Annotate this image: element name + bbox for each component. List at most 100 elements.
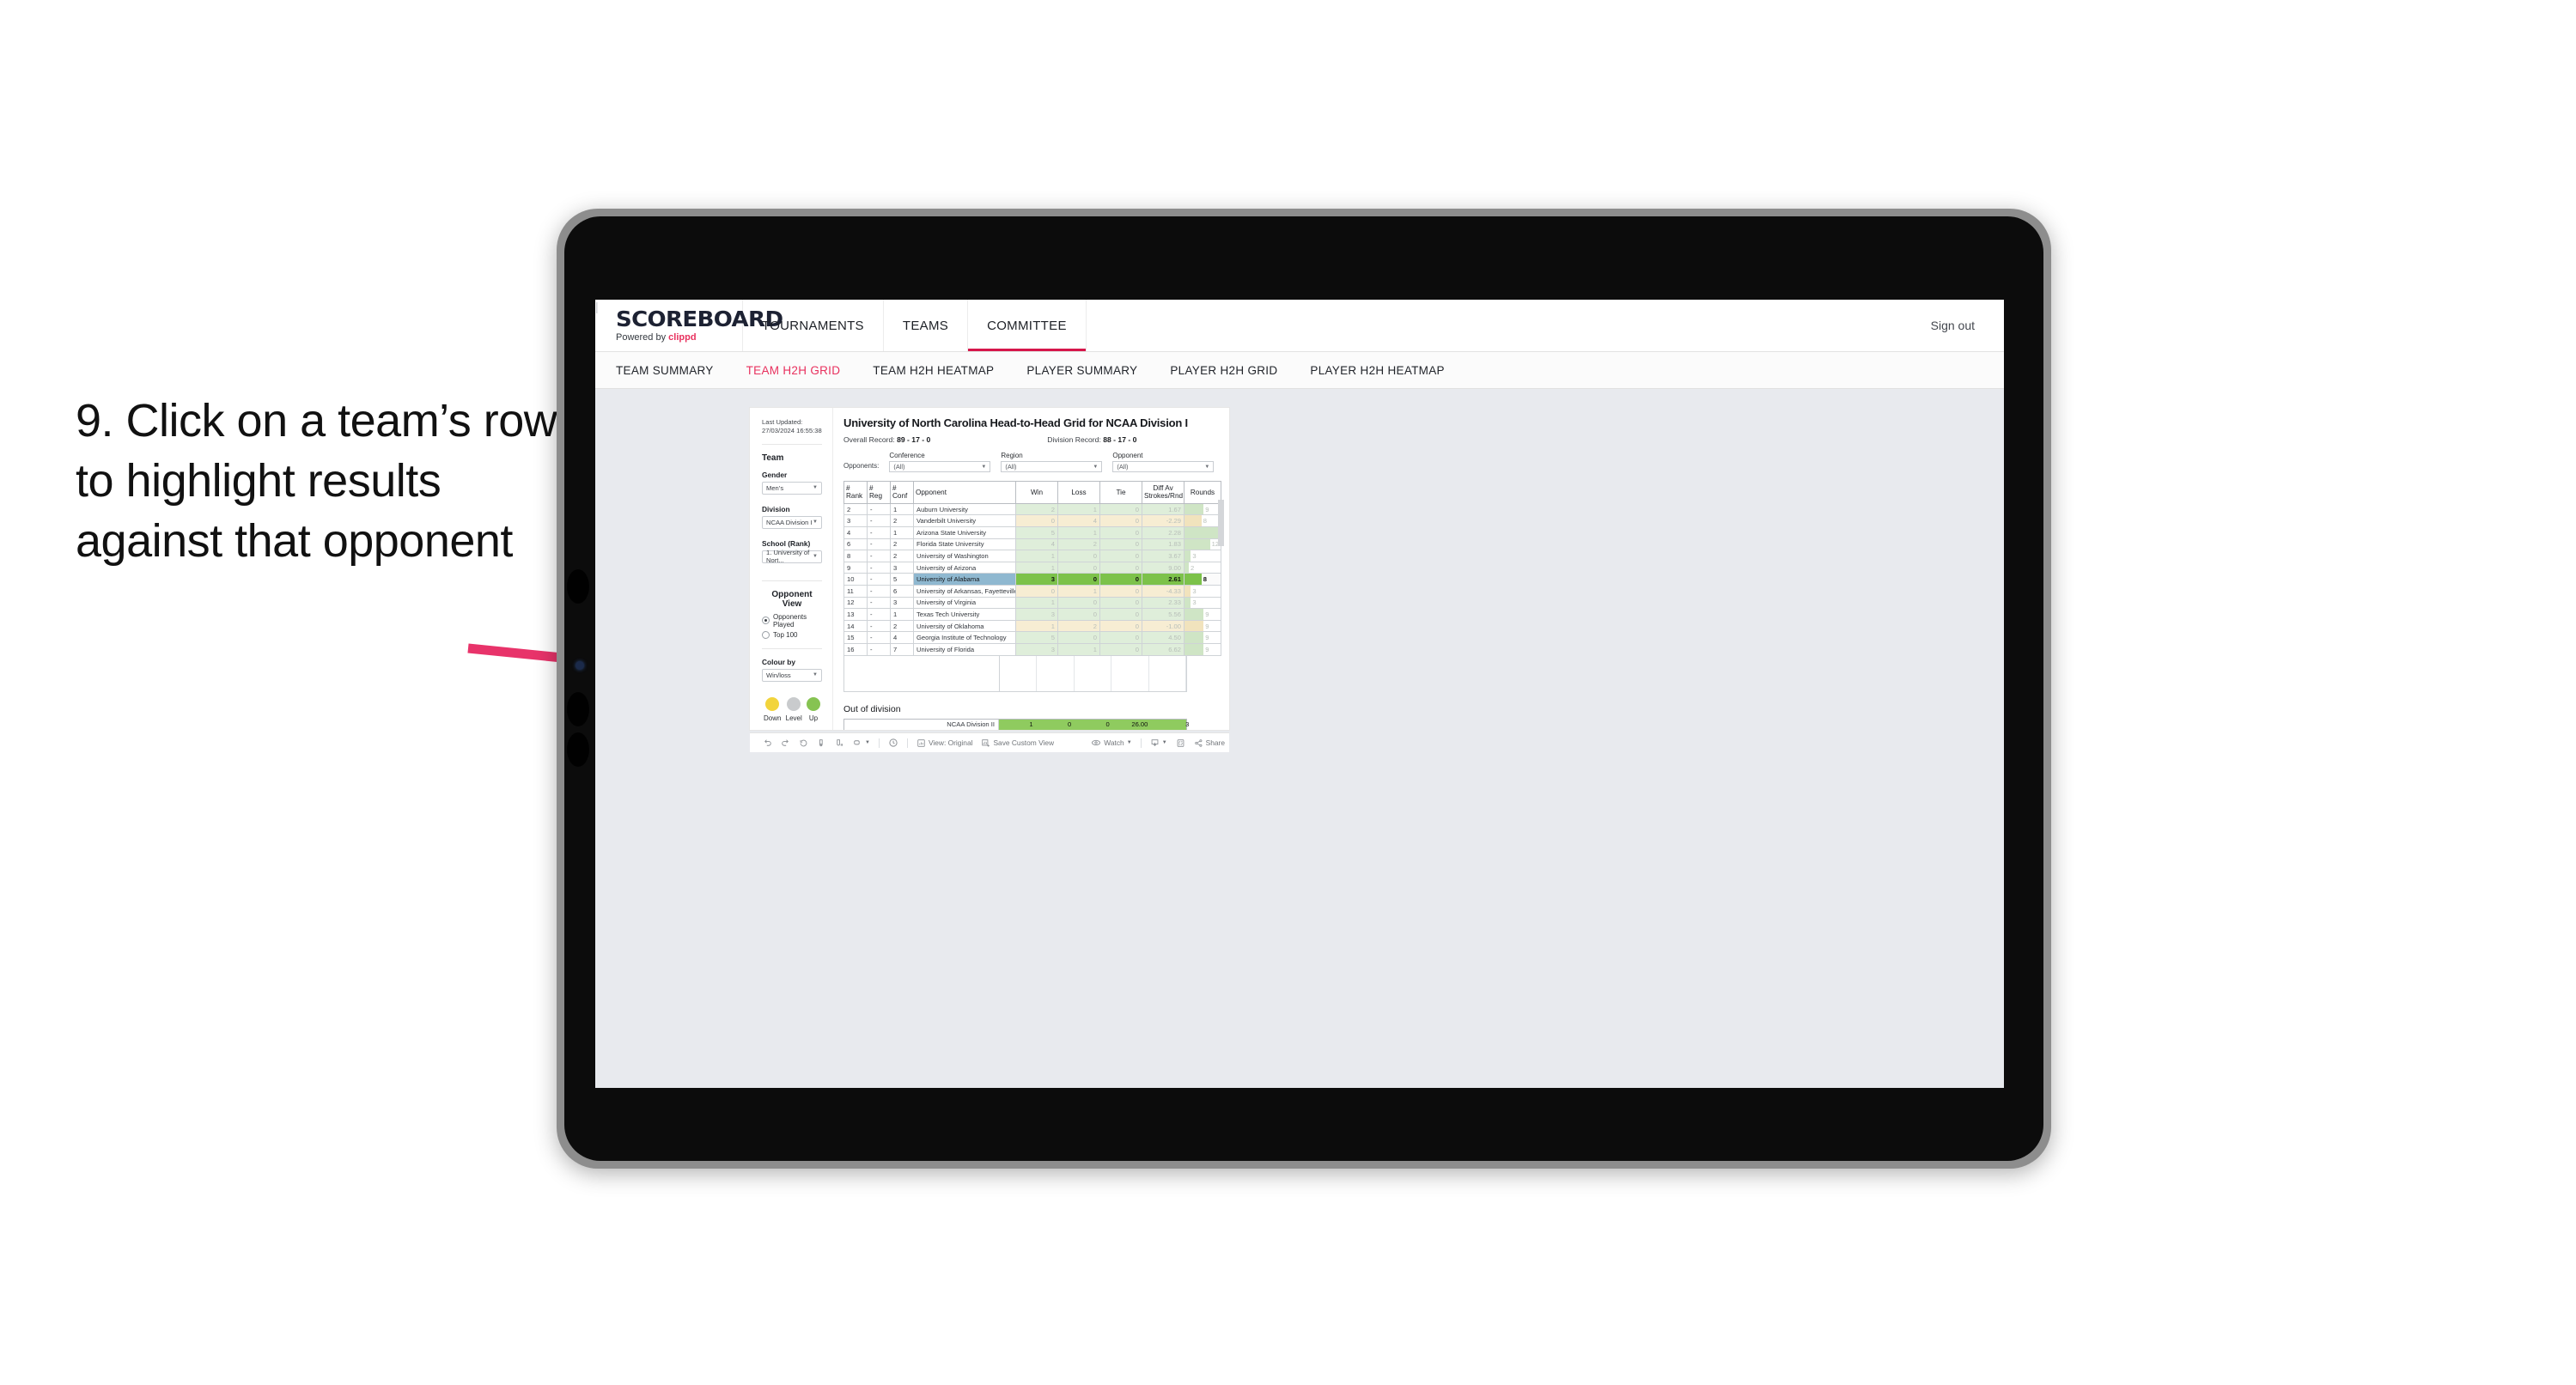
out-of-division-heading: Out of division [843,703,901,714]
cell-diff: 3.67 [1142,550,1184,562]
cell-win: 2 [1015,502,1058,516]
col-conf-l2: Conf [892,492,908,501]
cell-diff: 1.83 [1142,538,1184,551]
cell-rounds: 9 [1184,608,1221,621]
nav-item-teams[interactable]: TEAMS [884,300,969,351]
legend-label-level: Level [785,714,802,722]
col-diff-l1: Diff Av [1153,484,1173,492]
watch-button[interactable]: Watch ▼ [1087,738,1136,748]
cell-rank: 6 [843,538,868,551]
cell-loss: 0 [1057,608,1100,621]
cell-tie: 0 [1099,631,1142,644]
col-diff: Diff Av Strokes/Rnd [1142,481,1184,504]
signout-link[interactable]: Sign out [1931,319,1975,332]
cell-opponent: Auburn University [913,502,1016,516]
cell-rounds: 17 [1184,526,1221,539]
division-record: Division Record: 88 - 17 - 0 [1047,435,1136,444]
tab-team-h2h-heatmap[interactable]: TEAM H2H HEATMAP [873,364,994,377]
col-rounds: Rounds [1184,481,1221,504]
cell-conf: 1 [890,502,914,516]
table-row[interactable]: 4-1Arizona State University5102.2817 [843,526,1221,539]
chevron-down-icon: ▼ [1204,464,1210,470]
table-row[interactable]: 11-6 University of Arkansas, Fayetteville… [843,585,1221,598]
tablet-indicator-led [575,661,584,670]
tab-team-summary[interactable]: TEAM SUMMARY [616,364,714,377]
last-updated-text: Last Updated: 27/03/2024 16:55:38 [762,418,822,435]
table-vertical-scrollbar[interactable] [1218,500,1224,546]
cell-reg: - [867,502,891,516]
filter-region-select[interactable]: (All) ▼ [1001,461,1103,472]
cell-conf: 2 [890,538,914,551]
rounds-value: 9 [1205,610,1209,618]
col-conf: # Conf [890,481,914,504]
sidebar-divider-3 [762,647,822,649]
cell-reg: - [867,573,891,586]
redo-button[interactable] [776,738,795,748]
cell-loss: 2 [1057,619,1100,633]
table-row[interactable]: 13-1 Texas Tech University 3 0 0 5.56 9 [843,608,1221,621]
table-row[interactable]: 3-2 Vanderbilt University 0 4 0 -2.29 8 [843,514,1221,528]
table-tail-cell [1037,655,1075,691]
top-navigation-bar: SCOREBOARD Powered by clippd TOURNAMENTS… [595,300,2004,352]
cell-rank: 11 [843,585,868,598]
nav-item-tournaments[interactable]: TOURNAMENTS [743,300,884,351]
radio-top-100[interactable]: Top 100 [762,630,822,639]
pause-button[interactable] [831,738,849,748]
table-row[interactable]: 12-3 University of Virginia 1 0 0 2.33 3 [843,596,1221,610]
cell-loss: 4 [1057,514,1100,528]
table-row[interactable]: 9-3 University of Arizona 1 0 0 9.00 2 [843,561,1221,574]
nav-item-committee[interactable]: COMMITTEE [968,300,1087,351]
ood-label: NCAA Division II [844,719,999,730]
table-row[interactable]: 10-5 University of Alabama 3 0 0 2.61 8 [843,573,1221,586]
table-row[interactable]: 16-7 University of Florida 3 1 0 6.62 9 [843,642,1221,656]
division-select[interactable]: NCAA Division I ▼ [762,515,822,529]
filter-conference-select[interactable]: (All) ▼ [889,461,991,472]
save-custom-view-button[interactable]: Save Custom View [977,738,1058,748]
scoreboard-logo[interactable]: SCOREBOARD Powered by clippd [595,300,783,351]
h2h-grid-table-wrap: # Rank # Reg # Conf Opponent Win Loss Ti… [843,481,1224,692]
refresh-button[interactable] [813,738,831,748]
watch-eye-icon [1092,739,1101,746]
table-row[interactable]: 14-2 University of Oklahoma 1 2 0 -1.00 9 [843,619,1221,633]
cell-tie: 0 [1099,585,1142,598]
gender-select[interactable]: Men’s ▼ [762,481,822,495]
cell-loss: 1 [1057,526,1100,539]
toolbar-divider-3 [1140,738,1142,748]
colour-by-select[interactable]: Win/loss ▼ [762,668,822,682]
cell-tie: 0 [1099,502,1142,516]
presentation-icon [854,739,860,744]
radio-opponents-played[interactable]: Opponents Played [762,613,822,629]
revert-button[interactable] [795,738,813,748]
revert-icon [800,739,807,746]
table-row[interactable]: 6-2 Florida State University 4 2 0 1.83 12 [843,538,1221,551]
alerts-button[interactable] [884,738,903,748]
cell-reg: - [867,619,891,633]
tab-player-summary[interactable]: PLAYER SUMMARY [1026,364,1137,377]
table-row[interactable]: 8-2 University of Washington 1 0 0 3.67 3 [843,550,1221,562]
table-row[interactable]: 2-1 Auburn University 2 1 0 1.67 9 [843,502,1221,516]
cell-loss: 0 [1057,631,1100,644]
table-header: # Rank # Reg # Conf Opponent Win Loss Ti… [843,481,1221,504]
filter-region: Region (All) ▼ [1001,452,1103,472]
tab-team-h2h-grid[interactable]: TEAM H2H GRID [746,364,841,377]
school-rank-select[interactable]: 1. University of Nort... ▼ [762,549,822,564]
table-row[interactable]: 15-4 Georgia Institute of Technology 5 0 0 4.… [843,631,1221,644]
tab-player-h2h-grid[interactable]: PLAYER H2H GRID [1170,364,1277,377]
filter-opponent-select[interactable]: (All) ▼ [1112,461,1215,472]
cell-win: 0 [1015,514,1058,528]
cell-win: 1 [1015,619,1058,633]
filter-conference: Conference (All) ▼ [889,452,991,472]
chevron-down-icon: ▼ [813,672,818,677]
share-button[interactable]: Share [1190,738,1229,748]
view-original-button[interactable]: View: Original [912,738,977,748]
division-record-value: 88 - 17 - 0 [1103,435,1137,444]
tab-player-h2h-heatmap[interactable]: PLAYER H2H HEATMAP [1310,364,1444,377]
colour-by-label: Colour by [762,657,796,666]
presentation-button[interactable]: ▼ [849,738,874,748]
cell-win: 3 [1015,573,1058,586]
fullscreen-button[interactable] [1172,738,1190,748]
download-button[interactable]: ▼ [1146,738,1172,748]
undo-button[interactable] [758,738,776,748]
page-title: University of North Carolina Head-to-Hea… [843,416,1188,429]
cell-rounds: 9 [1184,642,1221,656]
